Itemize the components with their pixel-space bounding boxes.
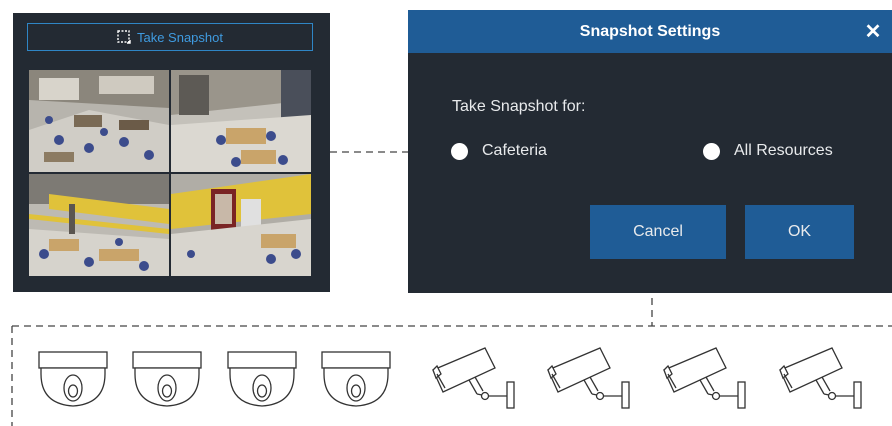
dome-camera-icon — [321, 351, 391, 407]
bullet-camera-icon — [547, 347, 630, 409]
device-icon-row — [38, 347, 862, 409]
dome-camera-icon — [132, 351, 202, 407]
bullet-camera-icon — [663, 347, 746, 409]
dome-camera-icon — [38, 351, 108, 407]
bullet-camera-icon — [779, 347, 862, 409]
dome-camera-icon — [227, 351, 297, 407]
bullet-camera-icon — [432, 347, 515, 409]
